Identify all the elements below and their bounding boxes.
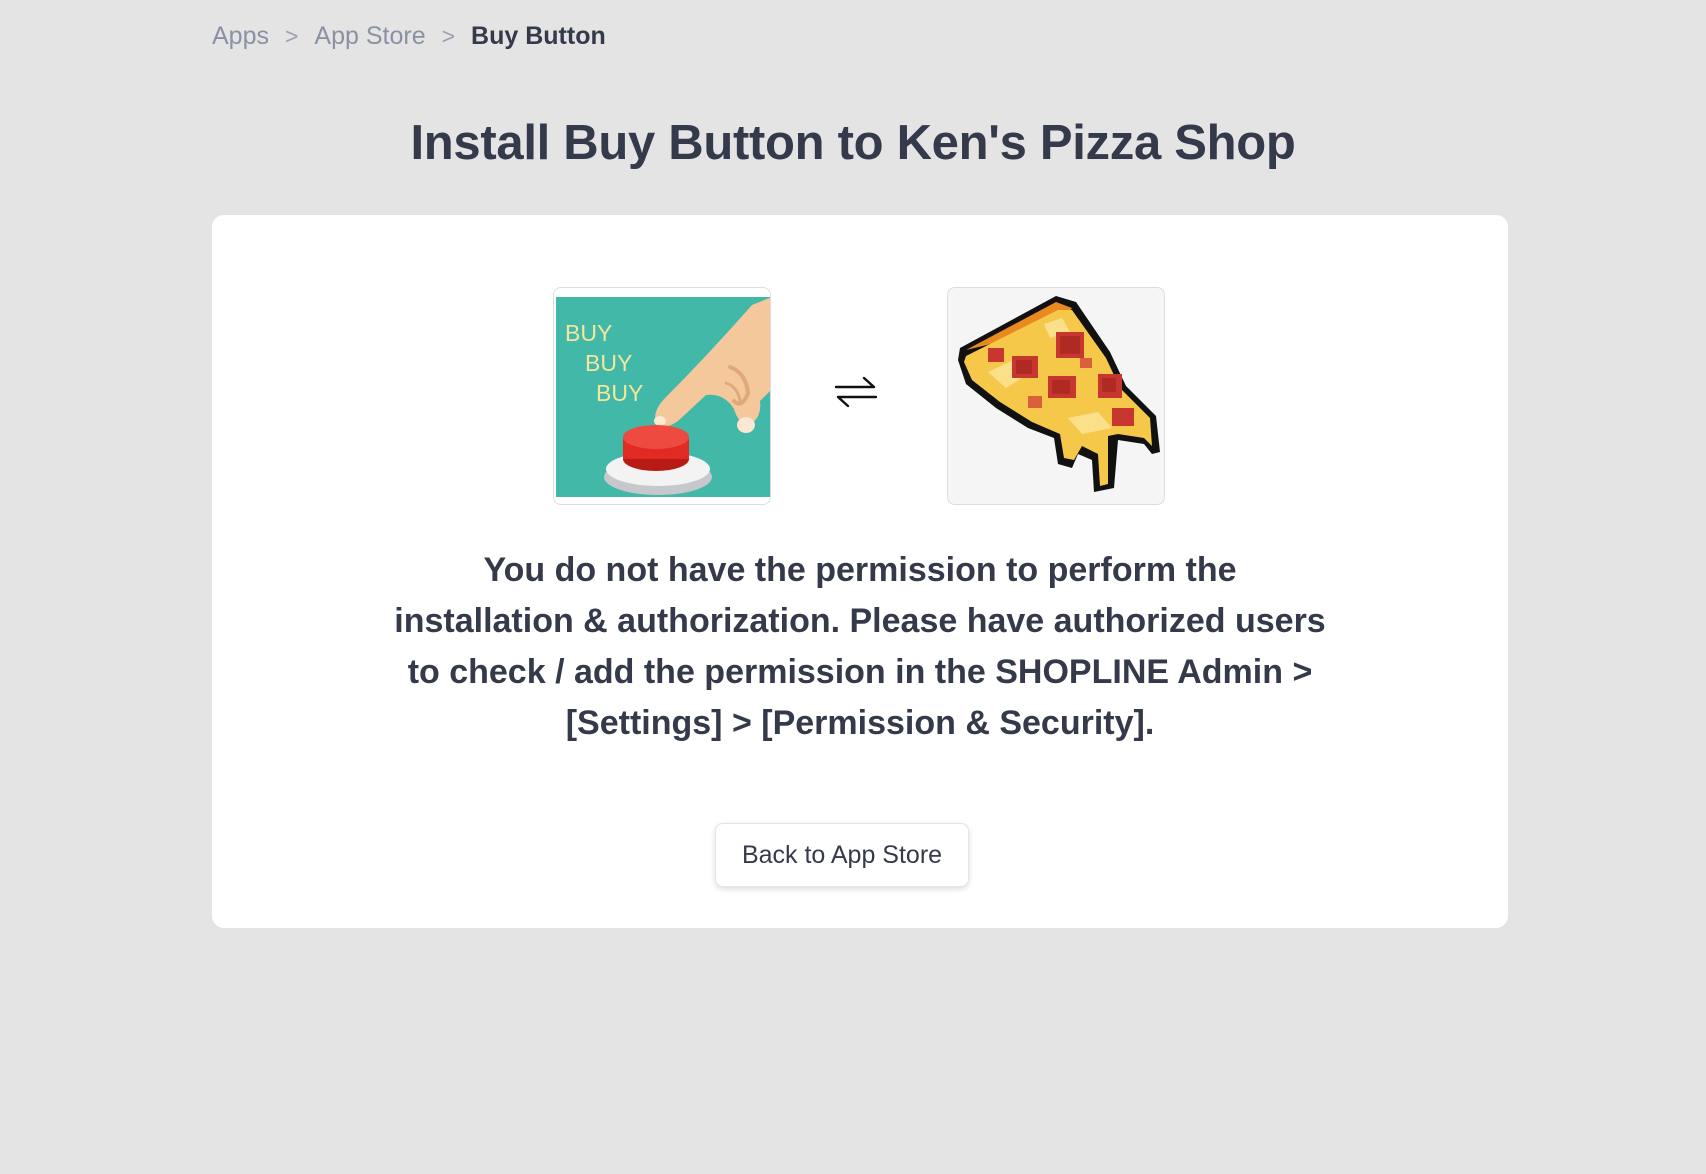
breadcrumb-app-store[interactable]: App Store <box>314 22 425 51</box>
buy-button-artwork: BUY BUY BUY <box>556 297 770 497</box>
pizza-slice-icon <box>958 296 1160 492</box>
page-title: Install Buy Button to Ken's Pizza Shop <box>410 116 1296 170</box>
buy-button-app-icon: BUY BUY BUY <box>553 287 771 505</box>
install-card: BUY BUY BUY You do not have the permissi… <box>212 215 1508 928</box>
shop-logo <box>947 287 1165 505</box>
breadcrumb-current: Buy Button <box>471 21 606 50</box>
permission-message: You do not have the permission to perfor… <box>394 551 1326 742</box>
swap-arrows-icon <box>834 376 878 408</box>
breadcrumb: Apps > App Store > Buy Button <box>212 19 606 53</box>
breadcrumb-separator: > <box>441 22 456 49</box>
breadcrumb-separator: > <box>284 22 299 49</box>
breadcrumb-apps[interactable]: Apps <box>212 22 269 51</box>
back-to-app-store-button[interactable]: Back to App Store <box>715 823 969 887</box>
hand-pressing-button-icon <box>604 297 770 495</box>
